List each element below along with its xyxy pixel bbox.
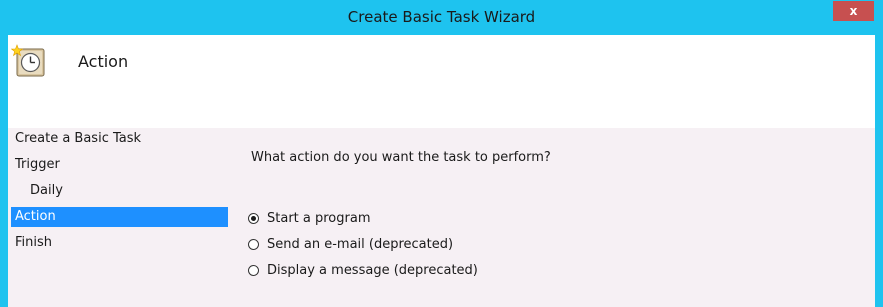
option-send-email[interactable]: Send an e-mail (deprecated): [248, 234, 453, 254]
wizard-header: Action: [8, 35, 875, 128]
close-button[interactable]: x: [833, 1, 874, 21]
step-create-basic-task[interactable]: Create a Basic Task: [11, 129, 228, 149]
option-label: Start a program: [267, 210, 371, 226]
step-finish[interactable]: Finish: [11, 233, 228, 253]
window-title: Create Basic Task Wizard: [347, 8, 536, 26]
step-daily[interactable]: Daily: [11, 181, 228, 201]
radio-button[interactable]: [248, 238, 259, 250]
page-title: Action: [78, 52, 129, 71]
step-trigger[interactable]: Trigger: [11, 155, 228, 175]
radio-button-selected[interactable]: [248, 212, 259, 224]
wizard-body: Create a Basic Task Trigger Daily Action…: [8, 128, 875, 307]
wizard-window: Create Basic Task Wizard x Action Create…: [0, 0, 883, 307]
option-label: Display a message (deprecated): [267, 262, 478, 278]
action-question: What action do you want the task to perf…: [251, 150, 551, 165]
radio-button[interactable]: [248, 264, 259, 276]
step-action[interactable]: Action: [11, 207, 228, 227]
option-display-message[interactable]: Display a message (deprecated): [248, 260, 478, 280]
task-scheduler-clock-icon: [11, 44, 45, 77]
option-label: Send an e-mail (deprecated): [267, 236, 454, 252]
wizard-client-area: Action Create a Basic Task Trigger Daily…: [8, 35, 875, 307]
title-bar[interactable]: Create Basic Task Wizard x: [0, 0, 883, 35]
option-start-program[interactable]: Start a program: [248, 208, 370, 228]
